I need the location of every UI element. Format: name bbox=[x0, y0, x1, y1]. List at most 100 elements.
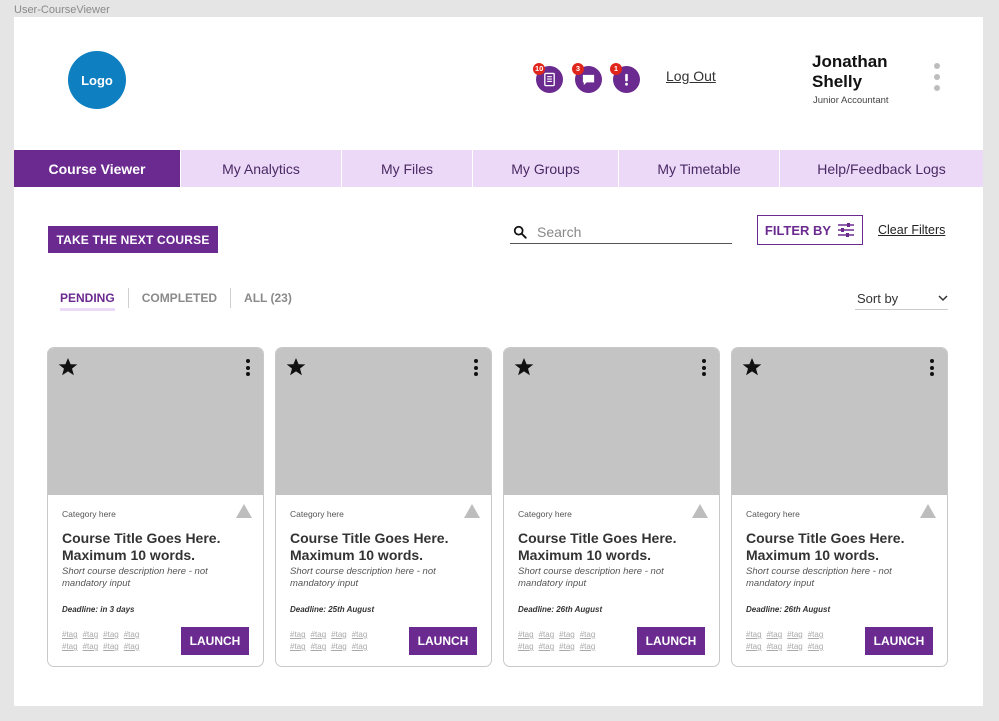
card-menu-kebab-icon[interactable] bbox=[474, 359, 478, 376]
star-icon[interactable] bbox=[514, 357, 534, 377]
card-description: Short course description here - not mand… bbox=[62, 566, 208, 589]
tag-link[interactable]: #tag bbox=[331, 629, 347, 640]
card-menu-kebab-icon[interactable] bbox=[930, 359, 934, 376]
logout-link[interactable]: Log Out bbox=[666, 68, 716, 84]
triangle-icon bbox=[236, 504, 252, 518]
launch-button[interactable]: LAUNCH bbox=[637, 627, 705, 655]
course-card: Category here Course Title Goes Here. Ma… bbox=[47, 347, 264, 667]
launch-button[interactable]: LAUNCH bbox=[409, 627, 477, 655]
tag-link[interactable]: #tag bbox=[62, 641, 78, 652]
card-deadline: Deadline: 25th August bbox=[290, 605, 375, 614]
tag-link[interactable]: #tag bbox=[787, 641, 803, 652]
tab-my-timetable[interactable]: My Timetable bbox=[619, 150, 780, 187]
user-role: Junior Accountant bbox=[813, 95, 889, 106]
card-description: Short course description here - not mand… bbox=[290, 566, 436, 589]
sort-by-dropdown[interactable]: Sort by bbox=[855, 288, 948, 310]
card-title: Course Title Goes Here. Maximum 10 words… bbox=[290, 530, 449, 563]
tag-link[interactable]: #tag bbox=[352, 641, 368, 652]
tag-link[interactable]: #tag bbox=[559, 629, 575, 640]
tag-link[interactable]: #tag bbox=[290, 641, 306, 652]
card-tags: #tag #tag #tag #tag #tag #tag #tag #tag bbox=[746, 629, 842, 652]
alerts-icon[interactable]: 1 bbox=[610, 63, 640, 93]
tab-my-files[interactable]: My Files bbox=[342, 150, 473, 187]
tag-link[interactable]: #tag bbox=[311, 629, 327, 640]
tag-link[interactable]: #tag bbox=[103, 629, 119, 640]
tag-link[interactable]: #tag bbox=[331, 641, 347, 652]
launch-button[interactable]: LAUNCH bbox=[181, 627, 249, 655]
tag-link[interactable]: #tag bbox=[352, 629, 368, 640]
tab-my-groups[interactable]: My Groups bbox=[473, 150, 619, 187]
course-cards: Category here Course Title Goes Here. Ma… bbox=[47, 347, 948, 667]
tab-my-analytics[interactable]: My Analytics bbox=[181, 150, 342, 187]
card-category: Category here bbox=[62, 509, 116, 519]
card-menu-kebab-icon[interactable] bbox=[246, 359, 250, 376]
launch-button[interactable]: LAUNCH bbox=[865, 627, 933, 655]
status-tabs: PENDING COMPLETED ALL (23) bbox=[60, 287, 292, 311]
course-card: Category here Course Title Goes Here. Ma… bbox=[503, 347, 720, 667]
triangle-icon bbox=[920, 504, 936, 518]
filter-by-button[interactable]: FILTER BY bbox=[757, 215, 863, 245]
status-divider bbox=[230, 288, 232, 308]
search-input[interactable] bbox=[537, 223, 717, 240]
tag-link[interactable]: #tag bbox=[518, 641, 534, 652]
card-tags: #tag #tag #tag #tag #tag #tag #tag #tag bbox=[290, 629, 386, 652]
status-tab-completed[interactable]: COMPLETED bbox=[142, 287, 217, 309]
tag-link[interactable]: #tag bbox=[311, 641, 327, 652]
tag-link[interactable]: #tag bbox=[290, 629, 306, 640]
tag-link[interactable]: #tag bbox=[124, 629, 140, 640]
sort-by-label: Sort by bbox=[857, 291, 899, 306]
tag-link[interactable]: #tag bbox=[787, 629, 803, 640]
card-category: Category here bbox=[290, 509, 344, 519]
frame-label: User-CourseViewer bbox=[14, 4, 110, 16]
card-description: Short course description here - not mand… bbox=[746, 566, 892, 589]
logo[interactable]: Logo bbox=[68, 51, 126, 109]
tab-course-viewer[interactable]: Course Viewer bbox=[14, 150, 181, 187]
user-menu-kebab-icon[interactable] bbox=[931, 63, 943, 91]
course-card: Category here Course Title Goes Here. Ma… bbox=[275, 347, 492, 667]
tag-link[interactable]: #tag bbox=[808, 629, 824, 640]
messages-badge: 3 bbox=[572, 63, 584, 75]
tag-link[interactable]: #tag bbox=[103, 641, 119, 652]
tag-link[interactable]: #tag bbox=[83, 641, 99, 652]
chevron-down-icon bbox=[938, 295, 948, 302]
main-nav: Course Viewer My Analytics My Files My G… bbox=[14, 150, 983, 187]
tag-link[interactable]: #tag bbox=[746, 629, 762, 640]
card-deadline: Deadline: 26th August bbox=[518, 605, 603, 614]
star-icon[interactable] bbox=[742, 357, 762, 377]
clear-filters-link[interactable]: Clear Filters bbox=[878, 223, 945, 237]
status-tab-pending[interactable]: PENDING bbox=[60, 287, 115, 311]
tag-link[interactable]: #tag bbox=[580, 629, 596, 640]
tag-link[interactable]: #tag bbox=[124, 641, 140, 652]
star-icon[interactable] bbox=[58, 357, 78, 377]
tag-link[interactable]: #tag bbox=[518, 629, 534, 640]
card-tags: #tag #tag #tag #tag #tag #tag #tag #tag bbox=[518, 629, 614, 652]
courses-icon[interactable]: 10 bbox=[533, 63, 563, 93]
card-category: Category here bbox=[746, 509, 800, 519]
tag-link[interactable]: #tag bbox=[767, 641, 783, 652]
user-name: Jonathan Shelly bbox=[812, 52, 888, 91]
take-next-course-button[interactable]: TAKE THE NEXT COURSE bbox=[48, 226, 218, 253]
tag-link[interactable]: #tag bbox=[559, 641, 575, 652]
tag-link[interactable]: #tag bbox=[539, 641, 555, 652]
search-icon bbox=[513, 225, 527, 239]
card-deadline: Deadline: 26th August bbox=[746, 605, 831, 614]
card-category: Category here bbox=[518, 509, 572, 519]
tag-link[interactable]: #tag bbox=[746, 641, 762, 652]
tag-link[interactable]: #tag bbox=[83, 629, 99, 640]
star-icon[interactable] bbox=[286, 357, 306, 377]
card-tags: #tag #tag #tag #tag #tag #tag #tag #tag bbox=[62, 629, 158, 652]
tag-link[interactable]: #tag bbox=[62, 629, 78, 640]
status-tab-all[interactable]: ALL (23) bbox=[244, 287, 292, 309]
tag-link[interactable]: #tag bbox=[808, 641, 824, 652]
tag-link[interactable]: #tag bbox=[580, 641, 596, 652]
sliders-icon bbox=[838, 223, 855, 237]
document-list-icon bbox=[544, 72, 555, 87]
messages-icon[interactable]: 3 bbox=[572, 63, 602, 93]
status-divider bbox=[127, 288, 129, 308]
tab-help-feedback-logs[interactable]: Help/Feedback Logs bbox=[780, 150, 983, 187]
course-image-placeholder bbox=[504, 348, 719, 495]
card-menu-kebab-icon[interactable] bbox=[702, 359, 706, 376]
tag-link[interactable]: #tag bbox=[767, 629, 783, 640]
alerts-badge: 1 bbox=[610, 63, 622, 75]
tag-link[interactable]: #tag bbox=[539, 629, 555, 640]
